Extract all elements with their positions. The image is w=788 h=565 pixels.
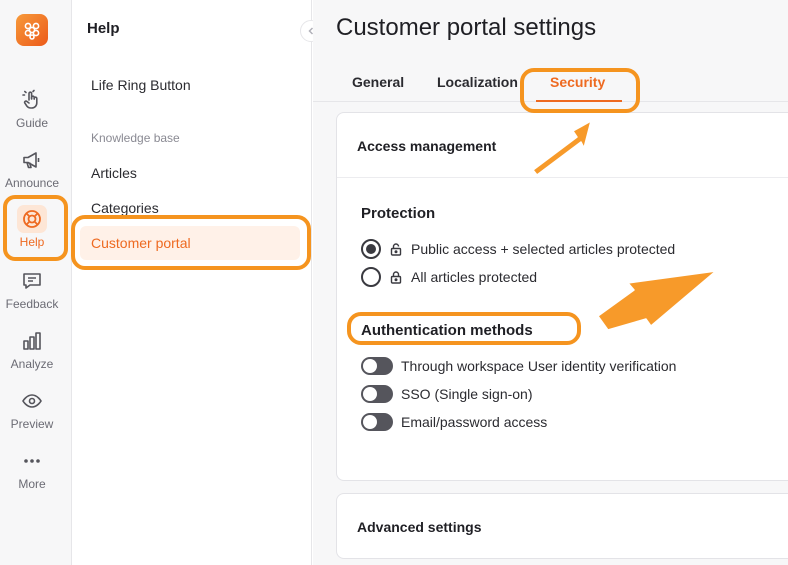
rail-label: Preview [10, 417, 54, 431]
toggle-switch[interactable] [361, 385, 393, 403]
rail-label: Guide [15, 116, 49, 130]
rail-label: Feedback [5, 297, 59, 311]
auth-option-label: Through workspace User identity verifica… [401, 358, 677, 374]
radio-button[interactable] [361, 267, 381, 287]
grapes-logo-icon [24, 22, 40, 40]
rail-item-feedback[interactable]: Feedback [0, 269, 64, 311]
megaphone-icon [20, 148, 44, 172]
toggle-switch[interactable] [361, 413, 393, 431]
highlight-customer-portal [71, 215, 311, 270]
protection-option-label: Public access + selected articles protec… [411, 241, 676, 257]
eye-icon [20, 389, 44, 413]
access-management-card: Access management Protection Public acce… [336, 112, 788, 481]
access-management-title: Access management [357, 138, 497, 154]
radio-button-selected[interactable] [361, 239, 381, 259]
more-dots-icon [20, 449, 44, 473]
rail-label: More [18, 477, 46, 491]
icon-rail: Guide Announce Help Feedback Analyze Pre… [0, 0, 72, 565]
highlight-authentication-methods [347, 312, 581, 345]
auth-toggle-email-password[interactable]: Email/password access [361, 413, 547, 431]
protection-option-all-protected[interactable]: All articles protected [361, 267, 537, 287]
tab-general[interactable]: General [352, 74, 404, 90]
protection-title: Protection [361, 205, 436, 222]
app-logo[interactable] [16, 14, 48, 46]
auth-option-label: SSO (Single sign-on) [401, 386, 533, 402]
rail-item-guide[interactable]: Guide [0, 88, 64, 130]
rail-item-more[interactable]: More [0, 449, 64, 491]
feedback-chat-icon [20, 269, 44, 293]
auth-toggle-sso[interactable]: SSO (Single sign-on) [361, 385, 533, 403]
nav-item-articles[interactable]: Articles [91, 165, 137, 181]
page-title: Customer portal settings [336, 14, 597, 41]
help-navigation: Help Life Ring Button Knowledge base Art… [72, 0, 322, 565]
auth-toggle-user-identity-verification[interactable]: Through workspace User identity verifica… [361, 357, 676, 375]
rail-label: Announce [4, 176, 60, 190]
rail-label: Analyze [10, 357, 54, 371]
advanced-settings-card[interactable]: Advanced settings [336, 493, 788, 559]
unlocked-lock-icon [390, 243, 402, 256]
lock-icon [390, 271, 402, 284]
highlight-help-rail-item [3, 195, 68, 261]
nav-item-categories[interactable]: Categories [91, 200, 159, 216]
rail-item-announce[interactable]: Announce [0, 148, 64, 190]
nav-title: Help [87, 20, 120, 37]
auth-option-label: Email/password access [401, 414, 548, 430]
protection-option-public-selected[interactable]: Public access + selected articles protec… [361, 239, 675, 259]
card-divider [337, 177, 788, 178]
rail-item-analyze[interactable]: Analyze [0, 329, 64, 371]
toggle-switch[interactable] [361, 357, 393, 375]
advanced-settings-title: Advanced settings [357, 519, 482, 535]
highlight-security-tab [520, 68, 640, 113]
nav-section-knowledge-base: Knowledge base [91, 131, 180, 145]
rail-item-preview[interactable]: Preview [0, 389, 64, 431]
bar-chart-icon [20, 329, 44, 353]
tab-localization[interactable]: Localization [437, 74, 518, 90]
nav-item-life-ring-button[interactable]: Life Ring Button [91, 77, 191, 93]
hand-pointer-icon [20, 88, 44, 112]
protection-option-label: All articles protected [411, 269, 538, 285]
